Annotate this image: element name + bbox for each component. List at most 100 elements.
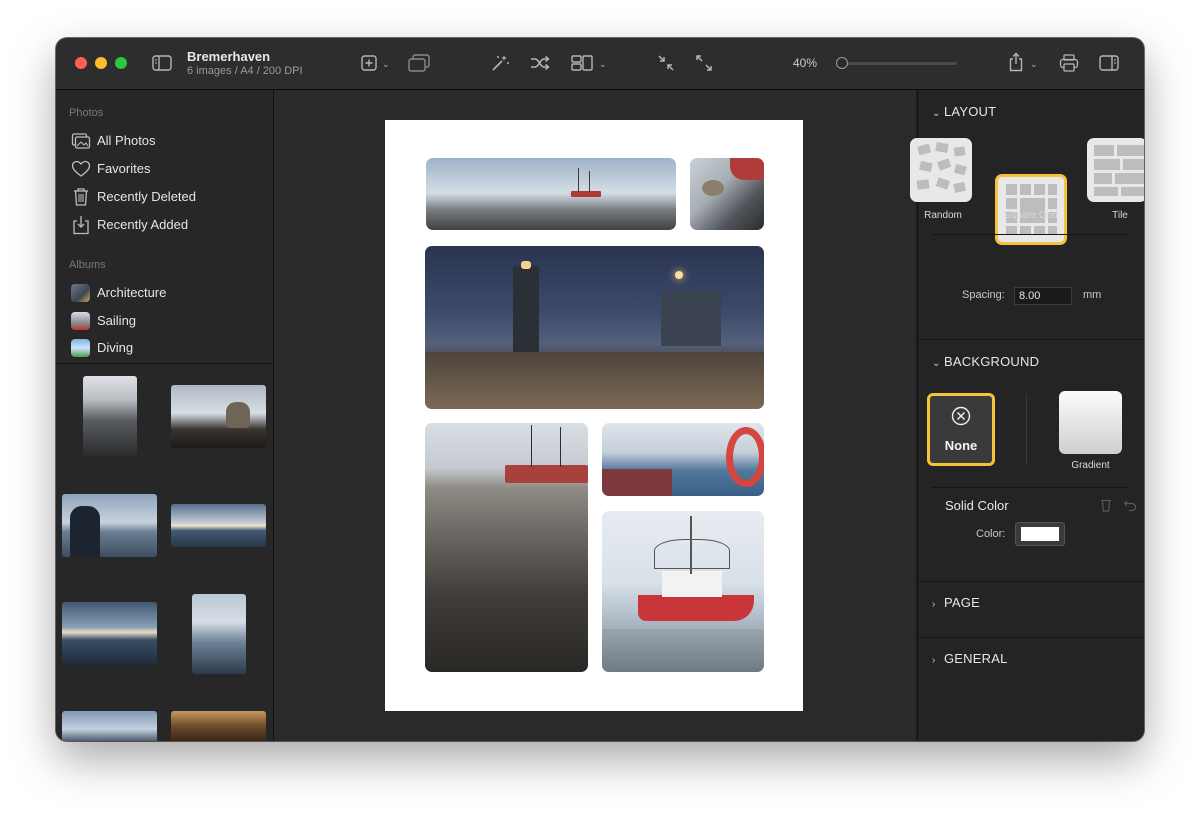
album-thumbnail (71, 339, 90, 357)
magic-wand-icon[interactable] (490, 54, 510, 72)
sidebar-divider (56, 363, 273, 364)
background-section-header[interactable]: ⌄ BACKGROUND (932, 354, 1039, 369)
download-tray-icon (71, 215, 91, 235)
chevron-down-icon[interactable]: ⌄ (382, 59, 390, 70)
app-window: Bremerhaven 6 images / A4 / 200 DPI ⌄ ⌄ … (56, 38, 1144, 741)
zoom-slider[interactable] (835, 57, 957, 69)
sidebar-item-label: Diving (97, 340, 134, 355)
sidebar-item-label: Architecture (97, 285, 167, 300)
undo-icon[interactable] (1123, 498, 1137, 512)
chevron-down-icon[interactable]: ⌄ (1030, 59, 1038, 70)
page (385, 120, 803, 711)
album-thumbnail (71, 284, 90, 302)
sidebar-item-recently-deleted[interactable]: Recently Deleted (70, 186, 260, 208)
boat-hull (638, 595, 754, 621)
glass-building (661, 291, 721, 346)
zoom-label: 40% (793, 56, 818, 70)
canvas-area[interactable] (274, 90, 916, 741)
photo-thumbnail[interactable] (171, 385, 266, 448)
layout-option-tile[interactable] (1087, 138, 1144, 202)
ship-mast (578, 168, 579, 192)
expand-arrows-icon[interactable] (695, 54, 713, 72)
collage-photo-mudflat-panorama[interactable] (426, 158, 676, 230)
toolbar: Bremerhaven 6 images / A4 / 200 DPI ⌄ ⌄ … (56, 38, 1144, 90)
chevron-right-icon: › (932, 655, 936, 666)
sidebar-item-label: Favorites (97, 161, 151, 176)
zoom-slider-knob[interactable] (835, 57, 848, 69)
sidebar-item-recently-added[interactable]: Recently Added (70, 214, 260, 236)
spacing-label: Spacing: (962, 289, 1005, 301)
collage-photo-lifebuoy[interactable] (602, 423, 764, 496)
minimize-window-button[interactable] (95, 57, 107, 69)
trash-icon (71, 187, 91, 207)
background-option-gradient[interactable] (1059, 391, 1122, 454)
water-reflection (602, 629, 764, 672)
album-thumbnail (71, 312, 90, 330)
ship-mast (531, 425, 532, 467)
spacing-input[interactable]: 8.00 (1014, 287, 1072, 305)
shuffle-icon[interactable] (530, 55, 550, 71)
collage-photo-ship-stern[interactable] (690, 158, 764, 230)
photographer-silhouette (70, 506, 100, 557)
chevron-down-icon[interactable]: ⌄ (599, 59, 607, 70)
divider (918, 339, 1144, 340)
background-header-label: BACKGROUND (944, 354, 1040, 369)
divider (918, 581, 1144, 582)
general-header-label: GENERAL (944, 651, 1008, 666)
photo-thumbnail[interactable] (62, 494, 157, 557)
street-lamp (675, 271, 683, 279)
layout-option-random[interactable] (910, 138, 972, 202)
bell-shape (226, 402, 250, 428)
general-section-header[interactable]: › GENERAL (932, 651, 1008, 666)
sidebar-item-label: Sailing (97, 313, 137, 328)
photo-thumbnail[interactable] (83, 376, 137, 456)
print-icon[interactable] (1059, 54, 1079, 72)
photo-thumbnail[interactable] (192, 594, 246, 674)
add-image-button[interactable] (361, 55, 377, 71)
chevron-down-icon: ⌄ (932, 358, 941, 369)
ship-hull (571, 191, 601, 197)
layout-grid-icon[interactable] (571, 55, 595, 71)
page-section-header[interactable]: › PAGE (932, 595, 980, 610)
divider (1026, 394, 1027, 464)
layout-section-header[interactable]: ⌄ LAYOUT (932, 104, 996, 119)
share-icon[interactable] (1008, 52, 1024, 72)
photo-thumbnail[interactable] (171, 504, 266, 547)
sidebar-item-all-photos[interactable]: All Photos (70, 130, 260, 152)
collage-photo-mudflat-ship[interactable] (425, 423, 588, 672)
sidebar-toggle-icon[interactable] (152, 55, 172, 71)
photo-thumbnail[interactable] (62, 602, 157, 665)
collage-photo-fishing-boat[interactable] (602, 511, 764, 672)
sidebar-item-architecture[interactable]: Architecture (70, 282, 260, 304)
chevron-right-icon: › (932, 599, 936, 610)
document-title: Bremerhaven (187, 49, 271, 64)
trash-icon[interactable] (1100, 498, 1112, 512)
albums-section-header: Albums (69, 259, 106, 271)
background-option-none[interactable]: None (927, 393, 995, 466)
layout-option-label: Square Grid (1004, 210, 1058, 221)
close-window-button[interactable] (75, 57, 87, 69)
zoom-window-button[interactable] (115, 57, 127, 69)
inspector-toggle-icon[interactable] (1099, 55, 1119, 71)
sidebar-item-label: Recently Added (97, 217, 189, 232)
background-option-label: None (944, 438, 978, 453)
sidebar: Photos All Photos Favorites Recently Del… (56, 90, 274, 741)
sidebar-item-sailing[interactable]: Sailing (70, 310, 260, 332)
color-label: Color: (976, 528, 1006, 540)
lighthouse-tower (513, 266, 539, 353)
divider (932, 487, 1128, 488)
layout-option-label: Tile (1112, 210, 1128, 221)
shrink-arrows-icon[interactable] (657, 54, 675, 72)
color-well[interactable] (1015, 522, 1065, 546)
photo-thumbnail[interactable] (62, 711, 157, 741)
slideshow-icon[interactable] (407, 54, 431, 72)
fishing-nets (654, 539, 730, 569)
sidebar-item-diving[interactable]: Diving (70, 337, 260, 359)
photo-thumbnail[interactable] (171, 711, 266, 741)
boat-cabin (662, 571, 722, 597)
sidebar-item-label: Recently Deleted (97, 189, 196, 204)
document-subtitle: 6 images / A4 / 200 DPI (187, 65, 303, 77)
collage-photo-harbor-night[interactable] (425, 246, 764, 409)
boat-deck (602, 469, 672, 496)
sidebar-item-favorites[interactable]: Favorites (70, 158, 260, 180)
